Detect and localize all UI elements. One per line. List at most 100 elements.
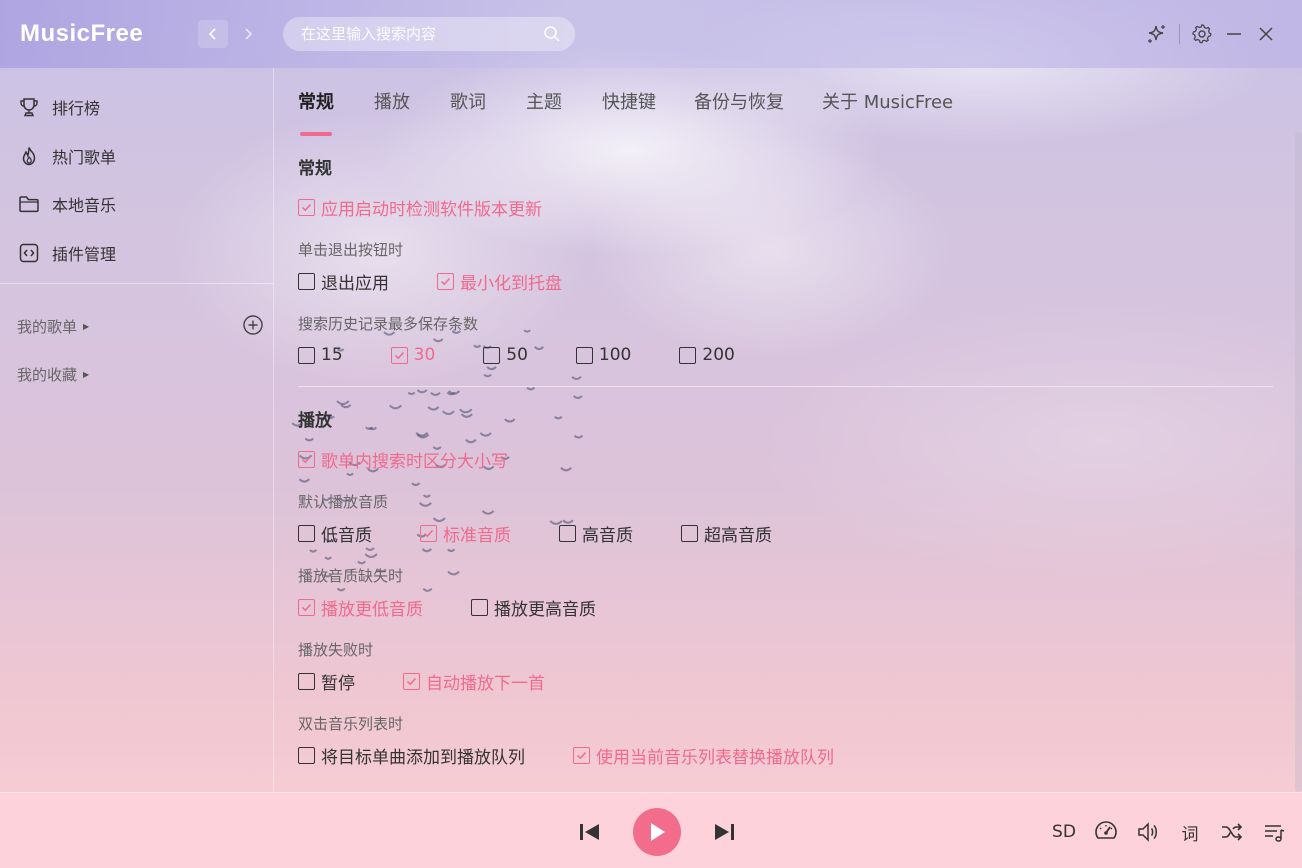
- play-lower-quality-checkbox[interactable]: 播放更低音质: [298, 595, 423, 620]
- playlist-button[interactable]: [1260, 819, 1288, 845]
- search-history-label: 搜索历史记录最多保存条数: [298, 315, 479, 333]
- group-label: 我的歌单: [17, 318, 78, 336]
- option-label: 播放更低音质: [321, 599, 423, 620]
- check-update-checkbox[interactable]: 应用启动时检测软件版本更新: [298, 195, 542, 220]
- player-bar: SD 词: [0, 792, 1302, 868]
- tab-backup[interactable]: 备份与恢复: [694, 88, 784, 118]
- tab-general[interactable]: 常规: [298, 88, 334, 136]
- option-label: 暂停: [321, 673, 355, 694]
- quality-standard-checkbox[interactable]: 标准音质: [420, 521, 511, 546]
- tab-theme[interactable]: 主题: [526, 88, 562, 118]
- back-button[interactable]: [198, 20, 228, 48]
- volume-button[interactable]: [1134, 819, 1162, 845]
- option-label: 50: [506, 345, 528, 365]
- title-bar: MusicFree: [0, 0, 1302, 68]
- settings-content: 常规 播放 歌词 主题 快捷键 备份与恢复 关于 MusicFree 常规 应用…: [275, 68, 1302, 792]
- check-update-row: 应用启动时检测软件版本更新: [298, 195, 542, 220]
- add-to-queue-checkbox[interactable]: 将目标单曲添加到播放队列: [298, 743, 525, 768]
- sidebar-item-label: 本地音乐: [52, 196, 117, 215]
- folder-icon: [18, 193, 40, 215]
- checkbox-box: [390, 346, 408, 364]
- section-divider: [298, 386, 1273, 387]
- close-button[interactable]: [1250, 18, 1282, 50]
- pause-checkbox[interactable]: 暂停: [298, 669, 355, 694]
- history-200-checkbox[interactable]: 200: [679, 345, 735, 365]
- next-track-button[interactable]: [711, 820, 737, 844]
- sidebar-item-label: 热门歌单: [52, 148, 117, 167]
- checkmark-icon: [301, 603, 312, 611]
- sidebar-item-ranking[interactable]: 排行榜: [18, 92, 100, 122]
- history-50-checkbox[interactable]: 50: [483, 345, 528, 365]
- play-higher-quality-checkbox[interactable]: 播放更高音质: [471, 595, 596, 620]
- checkbox-box: [681, 524, 698, 542]
- sidebar-item-hot-playlists[interactable]: 热门歌单: [18, 141, 116, 171]
- option-label: 应用启动时检测软件版本更新: [321, 199, 542, 220]
- sidebar-item-label: 插件管理: [52, 245, 117, 264]
- sidebar-item-label: 排行榜: [52, 99, 101, 118]
- quality-super-checkbox[interactable]: 超高音质: [681, 521, 772, 546]
- exit-behavior-label: 单击退出按钮时: [298, 241, 404, 259]
- exit-app-checkbox[interactable]: 退出应用: [298, 269, 389, 294]
- option-label: 30: [413, 345, 436, 365]
- auto-next-checkbox[interactable]: 自动播放下一首: [403, 669, 545, 694]
- tab-lyrics[interactable]: 歌词: [450, 88, 486, 118]
- sidebar-group-my-playlists[interactable]: 我的歌单 ▶: [17, 316, 89, 337]
- previous-track-button[interactable]: [577, 820, 603, 844]
- checkbox-box: [559, 524, 576, 542]
- app-logo: MusicFree: [20, 20, 144, 47]
- checkbox-box: [298, 598, 315, 616]
- settings-button[interactable]: [1186, 18, 1218, 50]
- speed-button[interactable]: [1092, 819, 1120, 845]
- double-click-options: 将目标单曲添加到播放队列 使用当前音乐列表替换播放队列: [298, 743, 834, 768]
- quality-button[interactable]: SD: [1050, 819, 1078, 845]
- case-sensitive-checkbox[interactable]: 歌单内搜索时区分大小写: [298, 447, 508, 472]
- sidebar: 排行榜 热门歌单 本地音乐 插件管理 我的歌单 ▶ 我的收藏 ▶: [0, 68, 274, 792]
- forward-button[interactable]: [233, 20, 263, 48]
- chevron-right-icon: [245, 28, 253, 40]
- quality-high-checkbox[interactable]: 高音质: [559, 521, 633, 546]
- content-scrollbar[interactable]: [1295, 132, 1302, 792]
- lyrics-button[interactable]: 词: [1176, 819, 1204, 845]
- play-failed-options: 暂停 自动播放下一首: [298, 669, 545, 694]
- default-quality-options: 低音质 标准音质 高音质 超高音质: [298, 521, 772, 546]
- play-button[interactable]: [633, 808, 681, 856]
- checkbox-box: [403, 672, 420, 690]
- search-icon[interactable]: [543, 25, 561, 43]
- checkbox-box: [298, 272, 315, 290]
- checkbox-box: [483, 346, 501, 364]
- sidebar-group-my-favorites[interactable]: 我的收藏 ▶: [17, 364, 89, 385]
- option-label: 自动播放下一首: [426, 673, 545, 694]
- plugin-icon: [18, 242, 40, 264]
- minimize-button[interactable]: [1218, 18, 1250, 50]
- sparkle-icon: [1148, 25, 1165, 43]
- skip-previous-icon: [580, 824, 599, 840]
- tab-shortcuts[interactable]: 快捷键: [602, 88, 656, 118]
- play-failed-label: 播放失败时: [298, 641, 374, 659]
- minimize-tray-checkbox[interactable]: 最小化到托盘: [437, 269, 562, 294]
- option-label: 低音质: [321, 525, 372, 546]
- history-15-checkbox[interactable]: 15: [298, 345, 343, 365]
- tab-about[interactable]: 关于 MusicFree: [822, 88, 953, 118]
- checkbox-box: [471, 598, 488, 616]
- history-30-checkbox[interactable]: 30: [390, 345, 436, 365]
- search-input[interactable]: [301, 25, 543, 43]
- option-label: 播放更高音质: [494, 599, 596, 620]
- option-label: 100: [598, 345, 632, 365]
- add-playlist-button[interactable]: [242, 314, 264, 336]
- option-label: 高音质: [582, 525, 633, 546]
- theme-sparkle-button[interactable]: [1141, 18, 1173, 50]
- playlist-icon: [1265, 825, 1285, 842]
- group-label: 我的收藏: [17, 366, 78, 384]
- checkbox-box: [420, 524, 437, 542]
- replace-queue-checkbox[interactable]: 使用当前音乐列表替换播放队列: [573, 743, 834, 768]
- option-label: 最小化到托盘: [460, 273, 562, 294]
- tab-playback[interactable]: 播放: [374, 88, 410, 118]
- history-100-checkbox[interactable]: 100: [575, 345, 632, 365]
- minimize-icon: [1227, 33, 1241, 35]
- quality-low-checkbox[interactable]: 低音质: [298, 521, 372, 546]
- sidebar-item-local-music[interactable]: 本地音乐: [18, 189, 116, 219]
- sidebar-divider: [0, 283, 274, 284]
- sidebar-item-plugins[interactable]: 插件管理: [18, 238, 116, 268]
- shuffle-button[interactable]: [1218, 819, 1246, 845]
- caret-right-icon: ▶: [83, 322, 90, 331]
